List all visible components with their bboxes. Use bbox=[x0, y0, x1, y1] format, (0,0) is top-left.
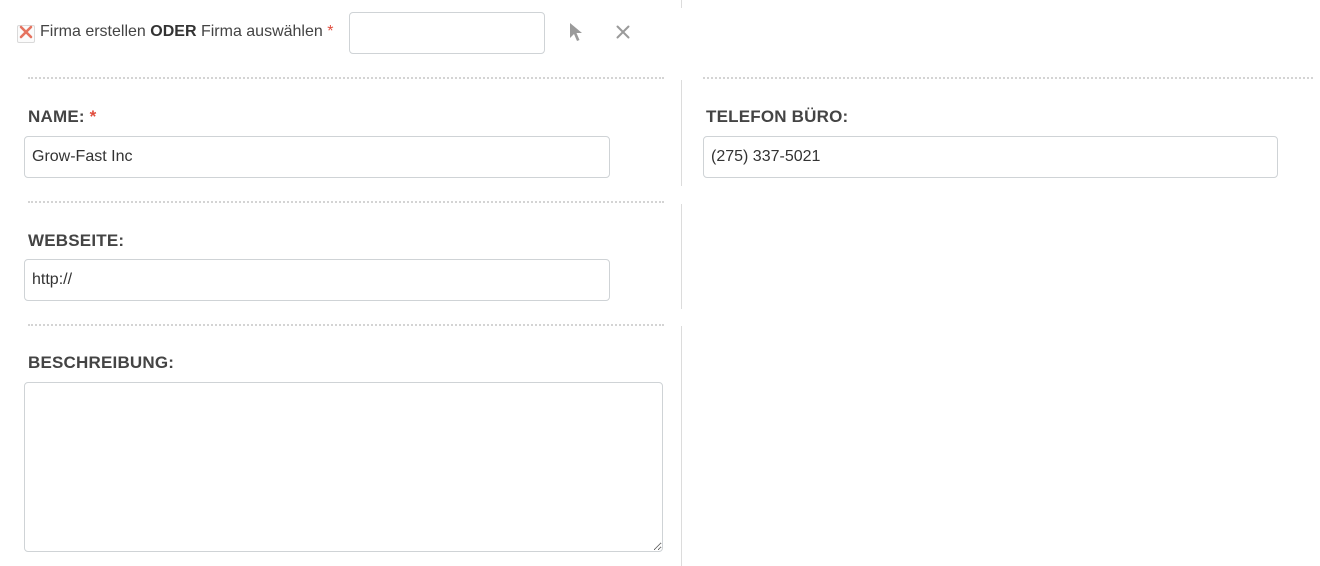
clear-company-button[interactable] bbox=[609, 20, 637, 48]
column-divider bbox=[681, 326, 682, 566]
description-label: BESCHREIBUNG: bbox=[28, 353, 175, 372]
name-label-text: NAME: bbox=[28, 107, 85, 126]
website-input[interactable] bbox=[24, 259, 610, 301]
row-separator bbox=[28, 324, 664, 326]
required-indicator: * bbox=[327, 23, 334, 40]
name-label: NAME: * bbox=[28, 107, 96, 127]
cursor-arrow-icon bbox=[567, 21, 585, 48]
close-icon bbox=[19, 25, 33, 44]
select-company-button[interactable] bbox=[562, 20, 590, 48]
company-label-select: Firma auswählen bbox=[200, 23, 323, 40]
required-indicator: * bbox=[89, 107, 97, 126]
company-search-input[interactable] bbox=[349, 12, 545, 54]
row-separator bbox=[28, 201, 664, 203]
remove-company-checkbox[interactable] bbox=[17, 25, 35, 43]
row-separator bbox=[703, 77, 1313, 79]
phone-office-label: TELEFON BÜRO: bbox=[706, 107, 849, 126]
name-input[interactable] bbox=[24, 136, 610, 178]
phone-office-input[interactable] bbox=[703, 136, 1278, 178]
column-divider bbox=[681, 0, 682, 8]
description-textarea[interactable] bbox=[24, 382, 663, 552]
close-icon bbox=[616, 25, 630, 44]
company-label-create: Firma erstellen bbox=[40, 23, 146, 40]
row-separator bbox=[28, 77, 664, 79]
website-label: WEBSEITE: bbox=[28, 231, 125, 250]
company-label: Firma erstellen ODER Firma auswählen * bbox=[40, 23, 333, 41]
column-divider bbox=[681, 204, 682, 309]
company-label-or: ODER bbox=[150, 23, 197, 40]
column-divider bbox=[681, 80, 682, 186]
